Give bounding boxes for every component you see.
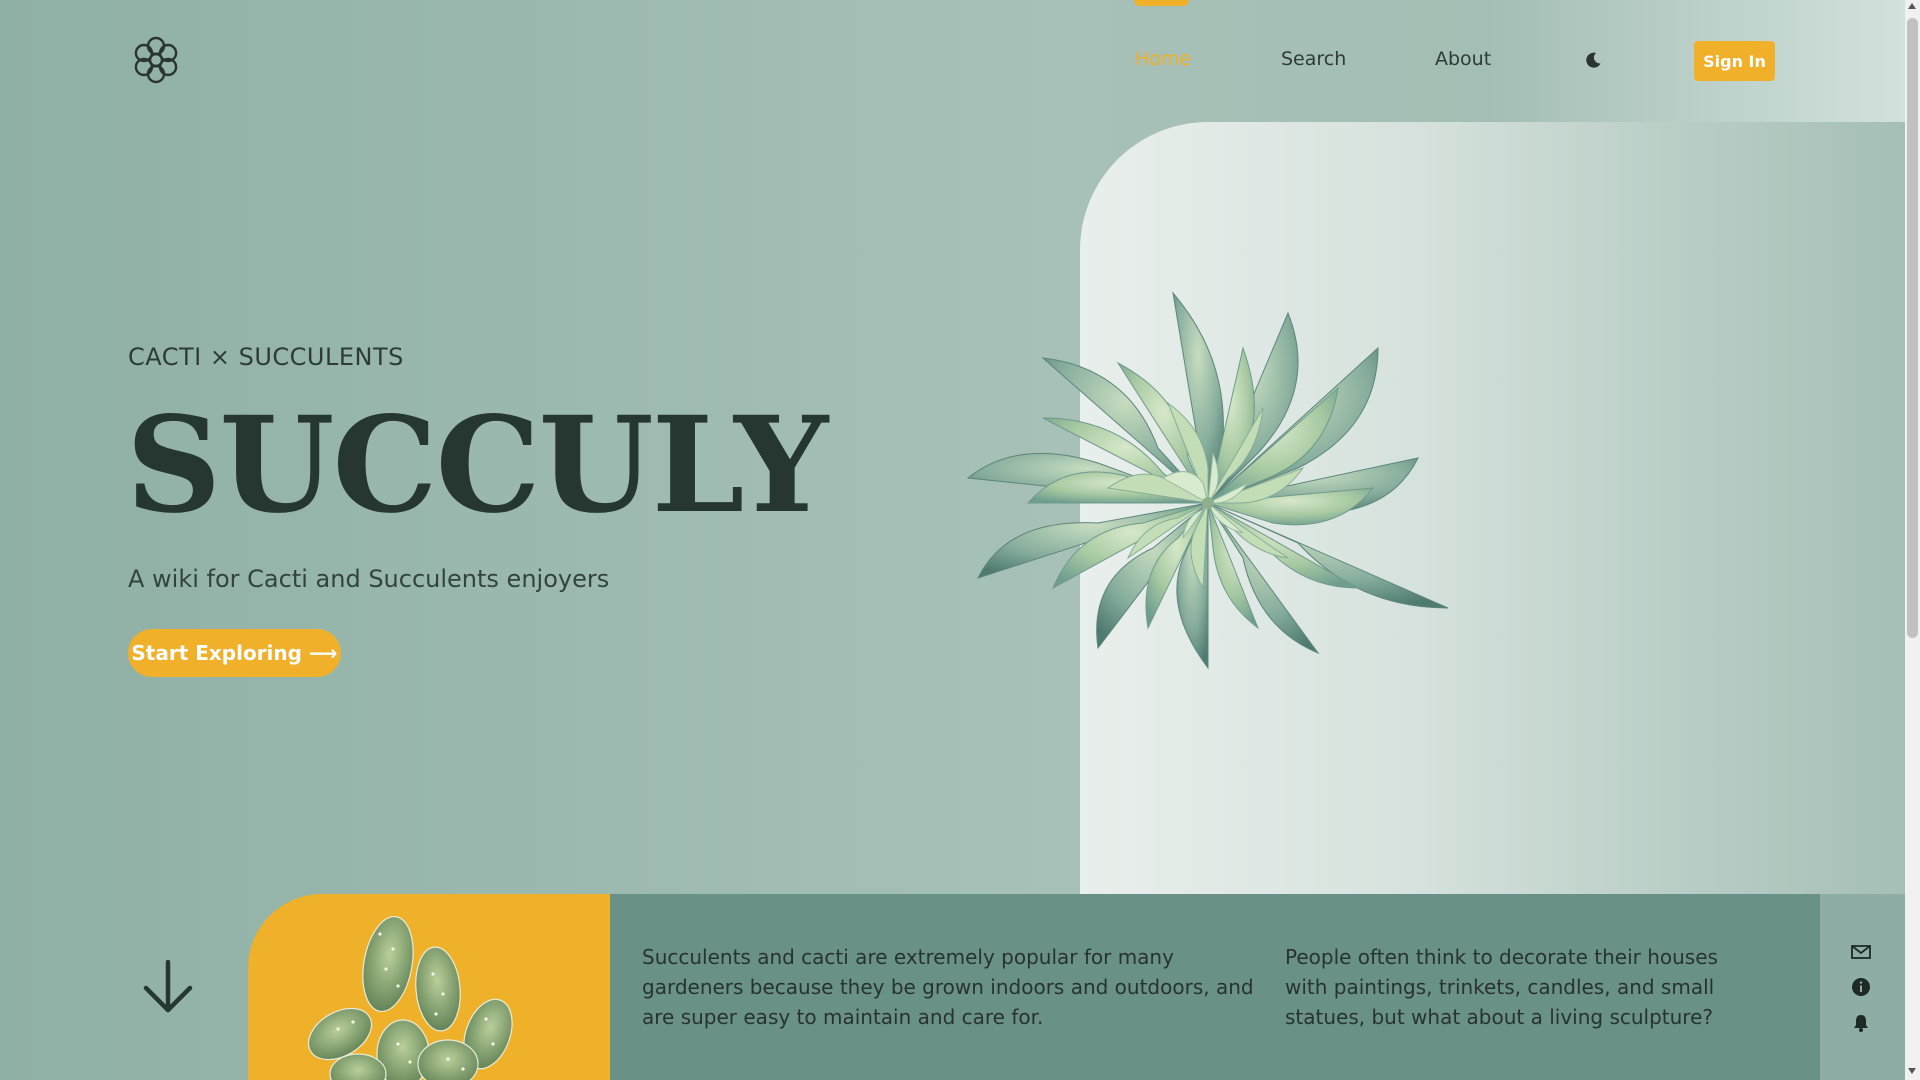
header-glow [1480, 0, 1905, 122]
mail-icon[interactable] [1851, 942, 1871, 962]
moon-icon[interactable] [1584, 51, 1602, 69]
nav-home-link[interactable]: Home [1135, 48, 1191, 70]
scroll-up-icon[interactable] [1908, 3, 1916, 9]
scrollbar-thumb[interactable] [1907, 18, 1918, 638]
info-icon[interactable] [1851, 977, 1871, 997]
nav-about-link[interactable]: About [1435, 48, 1491, 70]
start-exploring-button[interactable]: Start Exploring ⟶ [128, 629, 341, 677]
info-paragraph-1: Succulents and cacti are extremely popul… [642, 945, 1254, 1029]
cactus-image-card [248, 894, 611, 1080]
hero-eyebrow: CACTI × SUCCULENTS [128, 343, 404, 371]
hero-title: SUCCULY [126, 388, 828, 543]
active-nav-indicator [1134, 0, 1189, 6]
sign-in-button[interactable]: Sign In [1694, 41, 1775, 81]
flower-logo-icon[interactable] [130, 34, 182, 86]
bell-icon[interactable] [1851, 1013, 1871, 1033]
cactus-image [307, 915, 513, 1080]
hero-subtitle: A wiki for Cacti and Succulents enjoyers [128, 565, 610, 593]
scroll-down-icon[interactable] [1908, 1068, 1916, 1074]
nav-search-link[interactable]: Search [1281, 48, 1346, 70]
info-paragraph-2: People often think to decorate their hou… [1285, 945, 1718, 1029]
scroll-down-arrow-icon[interactable] [138, 956, 198, 1016]
succulent-image [966, 291, 1449, 670]
